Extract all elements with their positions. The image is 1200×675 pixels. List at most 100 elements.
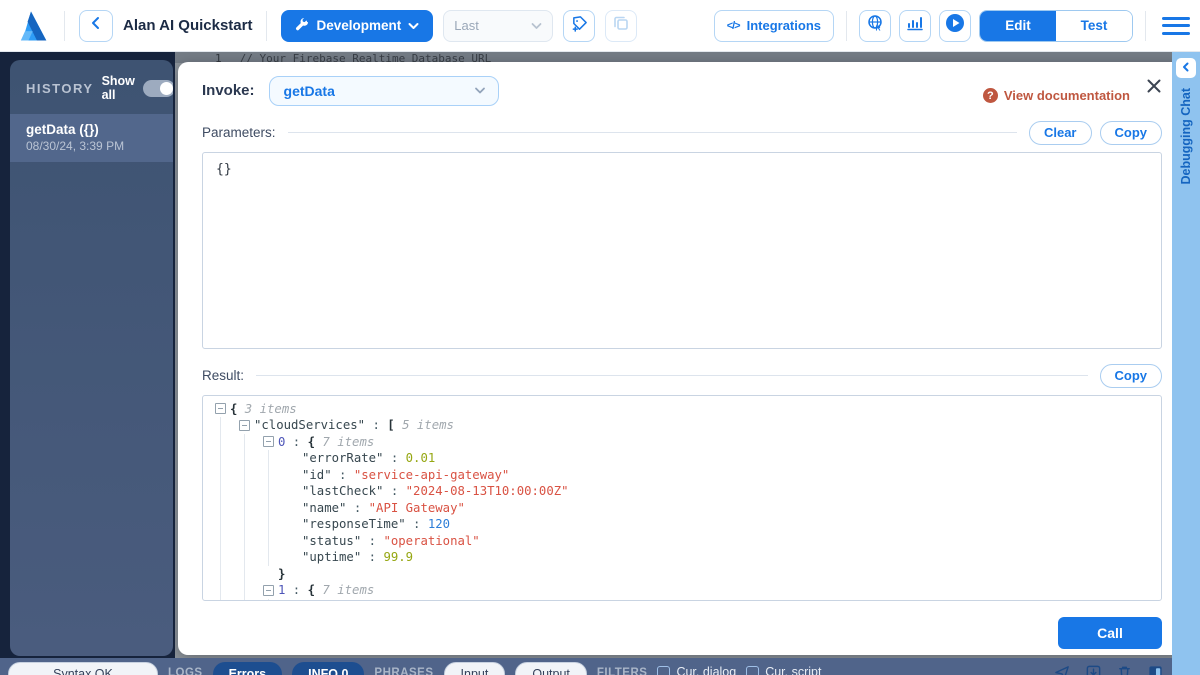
json-token-float: 99.9 bbox=[383, 549, 413, 566]
indent-guide bbox=[215, 467, 239, 484]
history-item-label: getData ({}) bbox=[26, 122, 159, 137]
divider bbox=[1145, 11, 1146, 41]
chevron-down-icon bbox=[408, 18, 419, 33]
syntax-status-badge: Syntax OK bbox=[8, 662, 158, 675]
invoke-label: Invoke: bbox=[202, 76, 255, 106]
bar-chart-icon bbox=[906, 14, 924, 37]
play-circle-icon bbox=[945, 13, 965, 38]
json-token-punct: : bbox=[365, 417, 387, 434]
toggle-knob bbox=[160, 82, 173, 95]
indent-guide bbox=[239, 533, 263, 550]
indent-guide bbox=[263, 467, 287, 484]
send-log-icon[interactable] bbox=[1054, 664, 1071, 675]
result-tree-line: "errorRate" : 0.02 bbox=[215, 599, 1149, 601]
history-item-timestamp: 08/30/24, 3:39 PM bbox=[26, 139, 159, 153]
json-token-int: 120 bbox=[428, 516, 450, 533]
indent-spacer bbox=[287, 467, 302, 484]
show-all-toggle[interactable] bbox=[143, 80, 173, 97]
tag-plus-icon bbox=[571, 15, 588, 37]
indent-guide bbox=[263, 450, 287, 467]
show-all-label: Show all bbox=[102, 74, 135, 102]
copy-parameters-button[interactable]: Copy bbox=[1100, 121, 1163, 145]
phrases-label: PHRASES bbox=[374, 667, 433, 675]
json-token-str: "API Gateway" bbox=[369, 500, 465, 517]
wrench-icon bbox=[295, 17, 309, 34]
input-tab[interactable]: Input bbox=[444, 662, 506, 675]
json-token-float: 0.01 bbox=[406, 450, 436, 467]
json-token-brace: { bbox=[308, 582, 315, 599]
globe-icon: R bbox=[866, 14, 884, 37]
indent-spacer bbox=[287, 500, 302, 517]
cur-dialog-checkbox[interactable]: Cur. dialog bbox=[657, 665, 736, 675]
json-token-punct: : bbox=[361, 549, 383, 566]
json-token-punct: : bbox=[346, 500, 368, 517]
json-token-punct: : bbox=[361, 533, 383, 550]
json-token-items: 7 items bbox=[315, 582, 374, 599]
indent-guide bbox=[215, 549, 239, 566]
indent-spacer bbox=[287, 516, 302, 533]
top-header: Alan AI Quickstart Development Last bbox=[0, 0, 1200, 52]
debugging-chat-label: Debugging Chat bbox=[1179, 88, 1193, 185]
test-tab[interactable]: Test bbox=[1056, 11, 1132, 41]
indent-guide bbox=[239, 582, 263, 599]
main-area: HISTORY Show all getData ({}) 08/30/24, … bbox=[0, 52, 1200, 658]
collapse-toggle-icon[interactable] bbox=[215, 403, 226, 414]
indent-guide bbox=[215, 450, 239, 467]
menu-icon[interactable] bbox=[1162, 15, 1190, 37]
back-button[interactable] bbox=[79, 10, 113, 42]
json-token-punct: : bbox=[383, 450, 405, 467]
duplicate-version-button bbox=[605, 10, 637, 42]
clear-log-trash-icon[interactable] bbox=[1116, 664, 1133, 675]
indent-guide bbox=[263, 500, 287, 517]
invoke-method-value: getData bbox=[284, 83, 335, 99]
edit-tab[interactable]: Edit bbox=[980, 11, 1056, 41]
left-rail: HISTORY Show all getData ({}) 08/30/24, … bbox=[0, 52, 175, 658]
expand-panel-icon[interactable] bbox=[1147, 664, 1164, 675]
logs-label: LOGS bbox=[168, 667, 203, 675]
result-tree-line: 1 : { 7 items bbox=[215, 582, 1149, 599]
collapse-toggle-icon[interactable] bbox=[263, 585, 274, 596]
result-tree-line: "responseTime" : 120 bbox=[215, 516, 1149, 533]
json-token-key: "errorRate" bbox=[302, 450, 383, 467]
collapse-toggle-icon[interactable] bbox=[263, 436, 274, 447]
checkbox-icon bbox=[657, 666, 670, 675]
download-log-icon[interactable] bbox=[1085, 664, 1102, 675]
view-documentation-link[interactable]: View documentation bbox=[983, 88, 1130, 103]
json-token-punct: : bbox=[285, 434, 307, 451]
parameters-input[interactable]: {} bbox=[202, 152, 1162, 349]
close-dialog-button[interactable] bbox=[1146, 78, 1162, 98]
output-tab[interactable]: Output bbox=[515, 662, 587, 675]
history-item[interactable]: getData ({}) 08/30/24, 3:39 PM bbox=[10, 114, 173, 162]
language-globe-button[interactable]: R bbox=[859, 10, 891, 42]
open-chat-button[interactable] bbox=[1176, 58, 1196, 78]
result-tree-line: "uptime" : 99.9 bbox=[215, 549, 1149, 566]
invoke-method-select[interactable]: getData bbox=[269, 76, 499, 106]
json-token-brace: { bbox=[230, 401, 237, 418]
indent-guide bbox=[239, 500, 263, 517]
indent-guide bbox=[239, 483, 263, 500]
analytics-button[interactable] bbox=[899, 10, 931, 42]
info-tab[interactable]: INFO 0 bbox=[292, 662, 364, 675]
chevron-down-icon bbox=[531, 18, 542, 33]
cur-script-checkbox[interactable]: Cur. script bbox=[746, 665, 821, 675]
result-tree-line: "id" : "service-api-gateway" bbox=[215, 467, 1149, 484]
editor-backdrop: 1 // Your Firebase Realtime Database URL… bbox=[175, 52, 1200, 658]
call-button[interactable]: Call bbox=[1058, 617, 1162, 649]
add-version-tag-button[interactable] bbox=[563, 10, 595, 42]
json-token-key: "uptime" bbox=[302, 549, 361, 566]
indent-guide bbox=[215, 417, 239, 434]
version-select[interactable]: Last bbox=[443, 10, 553, 42]
filters-label: FILTERS bbox=[597, 667, 648, 675]
environment-dropdown-button[interactable]: Development bbox=[281, 10, 433, 42]
chevron-left-icon bbox=[89, 16, 103, 35]
integrations-button[interactable]: </> Integrations bbox=[714, 10, 834, 42]
copy-result-button[interactable]: Copy bbox=[1100, 364, 1163, 388]
clear-parameters-button[interactable]: Clear bbox=[1029, 121, 1092, 145]
errors-tab[interactable]: Errors bbox=[213, 662, 283, 675]
indent-guide bbox=[239, 549, 263, 566]
run-button[interactable] bbox=[939, 10, 971, 42]
indent-guide bbox=[215, 516, 239, 533]
collapse-toggle-icon[interactable] bbox=[239, 420, 250, 431]
edit-test-toggle: Edit Test bbox=[979, 10, 1133, 42]
indent-guide bbox=[215, 500, 239, 517]
